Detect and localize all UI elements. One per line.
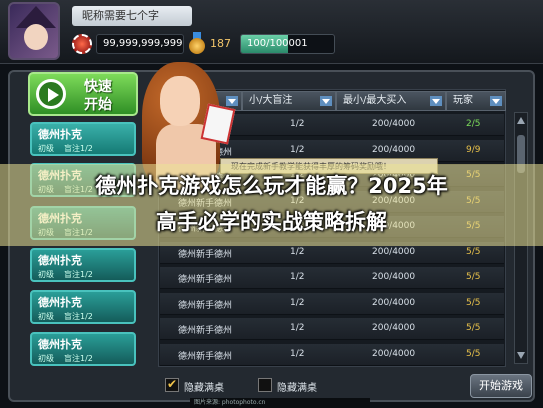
watermark: 图片来源: photophoto.cn bbox=[190, 398, 370, 408]
row-players: 5/5 bbox=[466, 348, 481, 359]
room-name: 德州扑克 bbox=[38, 338, 82, 351]
row-players: 5/5 bbox=[466, 246, 481, 257]
row-blinds: 1/2 bbox=[290, 119, 305, 129]
row-buyin: 200/4000 bbox=[372, 272, 416, 282]
row-name: 德州新手德州 bbox=[178, 351, 233, 362]
room-level: 初级 bbox=[38, 354, 54, 363]
row-buyin: 200/4000 bbox=[372, 348, 416, 359]
row-blinds: 1/2 bbox=[290, 348, 305, 359]
row-buyin: 200/4000 bbox=[372, 246, 416, 257]
row-buyin: 200/4000 bbox=[372, 323, 416, 333]
scroll-down-icon[interactable] bbox=[517, 352, 525, 359]
player-level: 187 bbox=[210, 37, 231, 50]
coin-balance: 99,999,999,999 bbox=[96, 34, 184, 54]
row-players: 9/9 bbox=[466, 144, 481, 155]
exp-text: 100/100001 bbox=[247, 38, 308, 49]
row-blinds: 1/2 bbox=[290, 272, 305, 282]
column-buyin-header[interactable]: 最小/最大买入 bbox=[336, 91, 446, 111]
exp-bar: 100/100001 bbox=[240, 34, 335, 54]
room-item[interactable]: 德州扑克初级 盲注1/2 bbox=[30, 290, 136, 324]
room-name: 德州扑克 bbox=[38, 296, 82, 309]
hide-empty-label: 隐藏满桌 bbox=[277, 383, 317, 394]
quick-start-label-1: 快速 bbox=[84, 79, 112, 95]
scroll-up-icon[interactable] bbox=[517, 117, 525, 124]
avatar[interactable] bbox=[8, 2, 60, 60]
room-level: 初级 bbox=[38, 270, 54, 279]
table-row[interactable]: 德州新手德州 1/2 200/4000 5/5 bbox=[160, 292, 504, 315]
row-blinds: 1/2 bbox=[290, 144, 305, 155]
row-players: 5/5 bbox=[466, 323, 481, 333]
row-players: 5/5 bbox=[466, 297, 481, 308]
row-name: 德州新手德州 bbox=[178, 300, 233, 311]
playing-cards-icon bbox=[200, 103, 236, 145]
room-item[interactable]: 德州扑克初级 盲注1/2 bbox=[30, 248, 136, 282]
room-level: 初级 bbox=[38, 312, 54, 321]
row-buyin: 200/4000 bbox=[372, 119, 416, 129]
medal-icon bbox=[188, 32, 206, 54]
nickname-field[interactable]: 昵称需要七个字 bbox=[72, 6, 192, 26]
hide-full-checkbox[interactable] bbox=[165, 377, 179, 392]
dropdown-icon[interactable] bbox=[490, 96, 502, 106]
row-buyin: 200/4000 bbox=[372, 144, 416, 155]
chip-icon bbox=[72, 34, 92, 54]
dropdown-icon[interactable] bbox=[320, 96, 332, 106]
headline-line-1: 德州扑克游戏怎么玩才能赢？2025年 bbox=[95, 174, 448, 198]
room-level: 初级 bbox=[38, 144, 54, 153]
hide-empty-checkbox[interactable] bbox=[258, 378, 272, 392]
table-row[interactable]: 德州新手德州 1/2 200/4000 5/5 bbox=[160, 318, 504, 340]
column-label: 玩家 bbox=[453, 95, 473, 106]
quick-start-button[interactable]: 快速 开始 bbox=[28, 72, 138, 116]
column-label: 最小/最大买入 bbox=[343, 95, 407, 106]
row-players: 2/5 bbox=[466, 119, 481, 129]
dropdown-icon[interactable] bbox=[430, 96, 442, 106]
headline-line-2: 高手必学的实战策略拆解 bbox=[156, 210, 387, 234]
room-name: 德州扑克 bbox=[38, 254, 82, 267]
room-blinds: 盲注1/2 bbox=[64, 144, 93, 153]
row-buyin: 200/4000 bbox=[372, 297, 416, 308]
avatar-face bbox=[24, 24, 48, 50]
column-blinds-header[interactable]: 小/大盲注 bbox=[242, 91, 336, 111]
column-label: 小/大盲注 bbox=[249, 95, 293, 106]
row-blinds: 1/2 bbox=[290, 297, 305, 308]
table-row[interactable]: 德州新手德州 1/2 200/4000 5/5 bbox=[160, 343, 504, 366]
row-players: 5/5 bbox=[466, 272, 481, 282]
quick-start-label-2: 开始 bbox=[84, 97, 112, 113]
room-blinds: 盲注1/2 bbox=[64, 270, 93, 279]
column-players-header[interactable]: 玩家 bbox=[446, 91, 506, 111]
row-blinds: 1/2 bbox=[290, 246, 305, 257]
row-blinds: 1/2 bbox=[290, 323, 305, 333]
room-name: 德州扑克 bbox=[38, 128, 82, 141]
row-name: 德州新手德州 bbox=[178, 275, 233, 285]
hide-full-label: 隐藏满桌 bbox=[184, 383, 224, 394]
room-item[interactable]: 德州扑克初级 盲注1/2 bbox=[30, 122, 136, 156]
start-game-button[interactable]: 开始游戏 bbox=[470, 374, 532, 398]
room-blinds: 盲注1/2 bbox=[64, 354, 93, 363]
play-icon bbox=[36, 79, 66, 109]
room-blinds: 盲注1/2 bbox=[64, 312, 93, 321]
room-item[interactable]: 德州扑克初级 盲注1/2 bbox=[30, 332, 136, 366]
table-row[interactable]: 德州新手德州 1/2 200/4000 5/5 bbox=[160, 267, 504, 289]
row-name: 德州新手德州 bbox=[178, 326, 233, 336]
row-name: 德州新手德州 bbox=[178, 249, 233, 260]
